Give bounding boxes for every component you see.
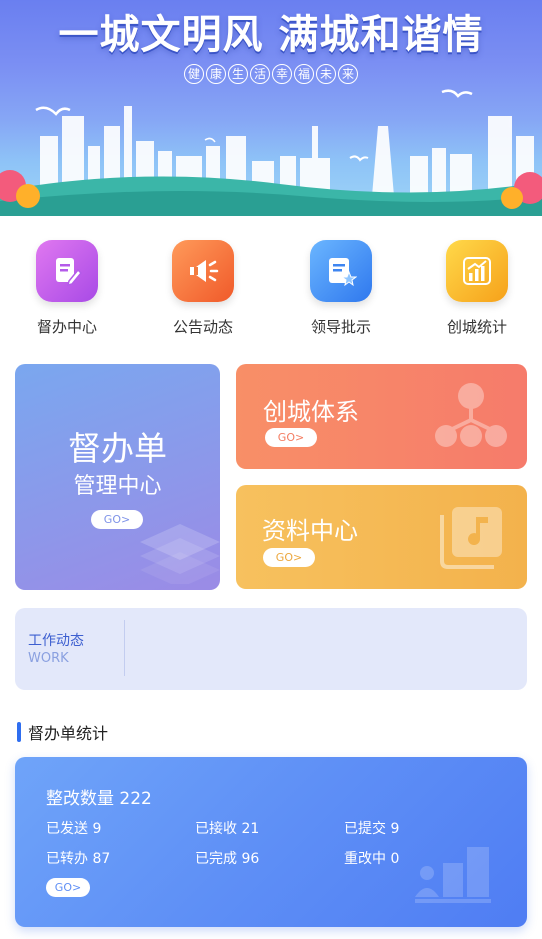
stats-go-button[interactable]: GO> (46, 878, 90, 897)
city-system-go-button[interactable]: GO> (265, 428, 317, 447)
chart-decoration-icon (415, 847, 491, 903)
quick-item-label: 创城统计 (446, 318, 507, 336)
document-star-icon (310, 240, 372, 302)
data-center-title: 资料中心 (262, 517, 358, 545)
supervision-card[interactable]: 督办单 管理中心 GO> (15, 364, 220, 590)
quick-item-city-statistics[interactable]: 创城统计 (417, 240, 537, 337)
city-skyline-illustration (0, 106, 542, 216)
work-dynamics-panel[interactable]: 工作动态 WORK (15, 608, 527, 690)
stat-completed: 已完成 96 (195, 851, 260, 867)
work-dynamics-subtitle: WORK (28, 651, 69, 666)
stat-sent: 已发送 9 (46, 821, 102, 837)
quick-item-leader-instructions[interactable]: 领导批示 (281, 240, 401, 337)
data-center-card[interactable]: 资料中心 GO> (236, 485, 527, 589)
quick-menu: 督办中心 公告动态 领导批示 创城统计 (0, 240, 542, 340)
quick-item-label: 督办中心 (36, 318, 97, 336)
city-system-card[interactable]: 创城体系 GO> (236, 364, 527, 469)
quick-item-announcements[interactable]: 公告动态 (143, 240, 263, 337)
stat-submitted: 已提交 9 (344, 821, 400, 837)
quick-item-label: 领导批示 (310, 318, 371, 336)
supervision-subtitle: 管理中心 (73, 474, 162, 499)
divider (124, 620, 125, 676)
quick-item-supervision-center[interactable]: 督办中心 (7, 240, 127, 337)
top-banner: 一城文明风 满城和谐情 健 康 生 活 幸 福 未 来 (0, 0, 542, 216)
quick-item-label: 公告动态 (172, 318, 233, 336)
supervision-go-button[interactable]: GO> (91, 510, 143, 529)
city-system-title: 创城体系 (263, 398, 359, 426)
section-accent-bar (17, 722, 21, 742)
edit-document-icon (36, 240, 98, 302)
supervision-title: 督办单 (68, 429, 167, 468)
layers-icon (140, 524, 220, 584)
data-center-go-button[interactable]: GO> (263, 548, 315, 567)
stat-transferred: 已转办 87 (46, 851, 111, 867)
stat-received: 已接收 21 (195, 821, 260, 837)
supervision-stats-card[interactable]: 整改数量 222 已发送 9 已接收 21 已提交 9 已转办 87 已完成 9… (15, 757, 527, 927)
rectification-total: 整改数量 222 (46, 789, 152, 809)
megaphone-icon (172, 240, 234, 302)
music-album-icon (440, 507, 502, 569)
stat-redoing: 重改中 0 (344, 851, 400, 867)
work-dynamics-title: 工作动态 (28, 633, 84, 649)
section-title: 督办单统计 (28, 724, 109, 743)
org-chart-icon (435, 383, 507, 447)
bar-chart-icon (446, 240, 508, 302)
